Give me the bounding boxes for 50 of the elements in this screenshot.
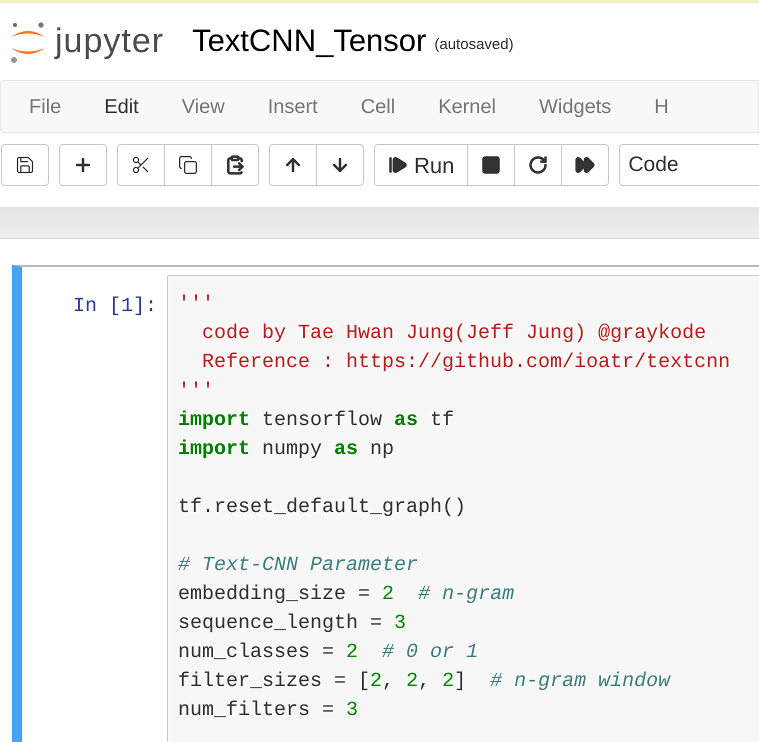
autosave-status: (autosaved) <box>434 35 514 56</box>
code-line: num_filters = 3 <box>178 698 358 724</box>
copy-icon <box>178 155 198 175</box>
logo-text[interactable]: jupyter <box>55 16 164 67</box>
save-icon <box>15 155 35 175</box>
restart-icon <box>528 155 548 175</box>
code-line: import tensorflow as tf <box>178 408 454 434</box>
code-line: Reference : https://github.com/ioatr/textcnn <box>201 350 730 376</box>
copy-button[interactable] <box>164 144 212 186</box>
stop-button[interactable] <box>467 144 516 186</box>
code-line: # Text-CNN Parameter <box>178 553 418 579</box>
menu-item[interactable]: Cell <box>346 92 410 122</box>
code-line: ''' <box>178 292 214 318</box>
arrow-up-icon <box>283 155 303 175</box>
notebook-title[interactable]: TextCNN_Tensor <box>192 18 426 65</box>
add-cell-button[interactable] <box>59 144 107 186</box>
menu-item[interactable]: Edit <box>89 92 154 122</box>
fast-forward-icon <box>575 155 596 175</box>
restart-button[interactable] <box>514 144 562 186</box>
code-line: code by Tae Hwan Jung(Jeff Jung) @graykode <box>201 321 706 347</box>
menu-item[interactable]: Widgets <box>524 92 626 122</box>
cut-button[interactable] <box>117 144 165 186</box>
arrow-down-icon <box>330 155 350 175</box>
code-line: filter_sizes = [2, 2, 2] # n-gram window <box>178 669 670 695</box>
code-line: num_classes = 2 # 0 or 1 <box>178 640 478 666</box>
clipboard-icon <box>225 155 245 175</box>
code-line: ''' <box>178 379 214 405</box>
run-all-button[interactable] <box>561 144 610 186</box>
menu-item[interactable]: Kernel <box>423 92 511 122</box>
code-line: import numpy as np <box>178 437 394 463</box>
code-line: tf.reset_default_graph() <box>178 495 466 521</box>
run-button[interactable]: Run <box>374 144 468 186</box>
move-down-button[interactable] <box>316 144 364 186</box>
code-line: sequence_length = 3 <box>178 611 406 637</box>
menu-item[interactable]: File <box>14 92 76 122</box>
code-line: embedding_size = 2 # n-gram <box>178 582 514 608</box>
plus-icon <box>73 155 93 175</box>
menu-item[interactable]: Insert <box>252 92 333 122</box>
move-up-button[interactable] <box>269 144 317 186</box>
scissors-icon <box>131 155 151 175</box>
menu-item[interactable]: H <box>639 92 684 122</box>
step-forward-icon <box>388 155 408 175</box>
code-editor[interactable] <box>167 275 759 742</box>
code-cell[interactable] <box>12 265 759 742</box>
save-button[interactable] <box>1 144 49 186</box>
stop-icon <box>481 155 502 175</box>
paste-button[interactable] <box>211 144 259 186</box>
cell-type-select[interactable]: Code <box>619 144 759 186</box>
input-prompt: In [1]: <box>72 294 157 320</box>
menu-item[interactable]: View <box>166 92 240 122</box>
